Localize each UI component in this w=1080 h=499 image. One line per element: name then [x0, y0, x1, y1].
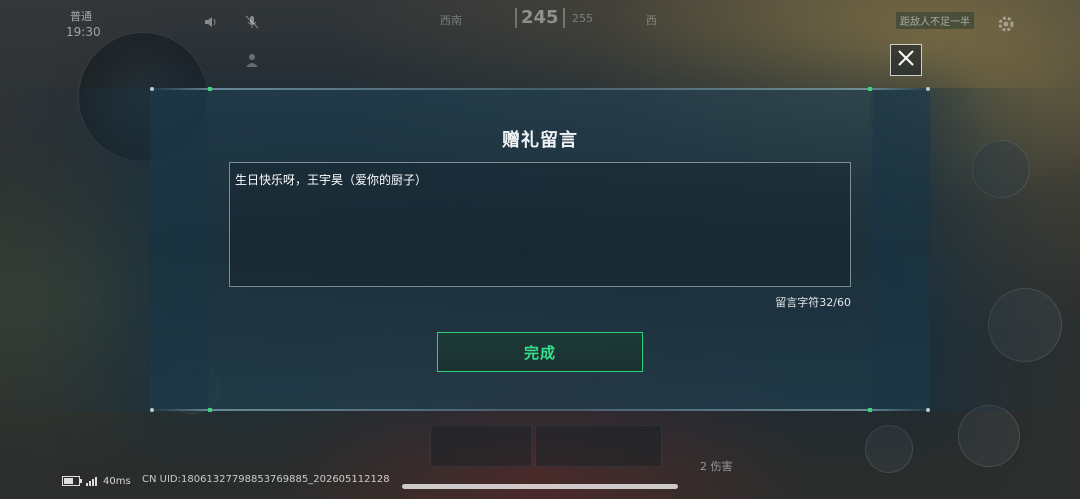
close-icon: [897, 49, 915, 71]
weapon-slot-primary[interactable]: [430, 425, 532, 467]
clock: 19:30: [66, 25, 101, 39]
game-screen: 普通 19:30 西南 245 255 西 距敌人不足一半 2 伤害 赠礼留言 …: [0, 0, 1080, 499]
modal-title: 赠礼留言: [502, 130, 578, 151]
status-bar: 40ms: [62, 474, 131, 488]
home-indicator[interactable]: [402, 484, 678, 489]
gift-message-input[interactable]: 生日快乐呀，王宇昊（爱你的厨子）: [229, 162, 851, 287]
char-count: 留言字符32/60: [775, 296, 851, 309]
gear-icon[interactable]: [996, 14, 1016, 37]
enemy-distance-label: 距敌人不足一半: [896, 12, 974, 29]
speaker-icon[interactable]: [203, 14, 219, 33]
compass-left: 西南: [440, 14, 462, 27]
battery-icon: [62, 476, 82, 486]
done-button[interactable]: 完成: [437, 332, 643, 372]
fire-button[interactable]: [988, 288, 1062, 362]
panel-top-border: [150, 87, 930, 91]
signal-icon: [86, 476, 97, 486]
mic-icon[interactable]: [244, 14, 260, 33]
compass-right: 西: [646, 14, 657, 27]
ping-value: 40ms: [103, 475, 131, 487]
squad-icon[interactable]: [244, 52, 260, 71]
mode-label: 普通: [70, 10, 92, 23]
done-button-label: 完成: [523, 343, 556, 362]
panel-bottom-border: [150, 408, 930, 412]
compass: 西南 245 255 西: [420, 8, 670, 30]
melee-button[interactable]: [958, 405, 1020, 467]
uid-label: CN UID:18061327798853769885_202605112128: [142, 474, 390, 485]
crouch-button[interactable]: [865, 425, 913, 473]
compass-next: 255: [572, 12, 593, 25]
close-button[interactable]: [890, 44, 922, 76]
damage-count: 2 伤害: [700, 458, 733, 474]
gift-message-text: 生日快乐呀，王宇昊（爱你的厨子）: [235, 173, 428, 187]
damage-count-value: 2: [700, 460, 707, 473]
weapon-slot-knife[interactable]: [535, 425, 662, 467]
damage-count-label: 伤害: [710, 460, 733, 473]
compass-heading: 245: [515, 8, 565, 28]
